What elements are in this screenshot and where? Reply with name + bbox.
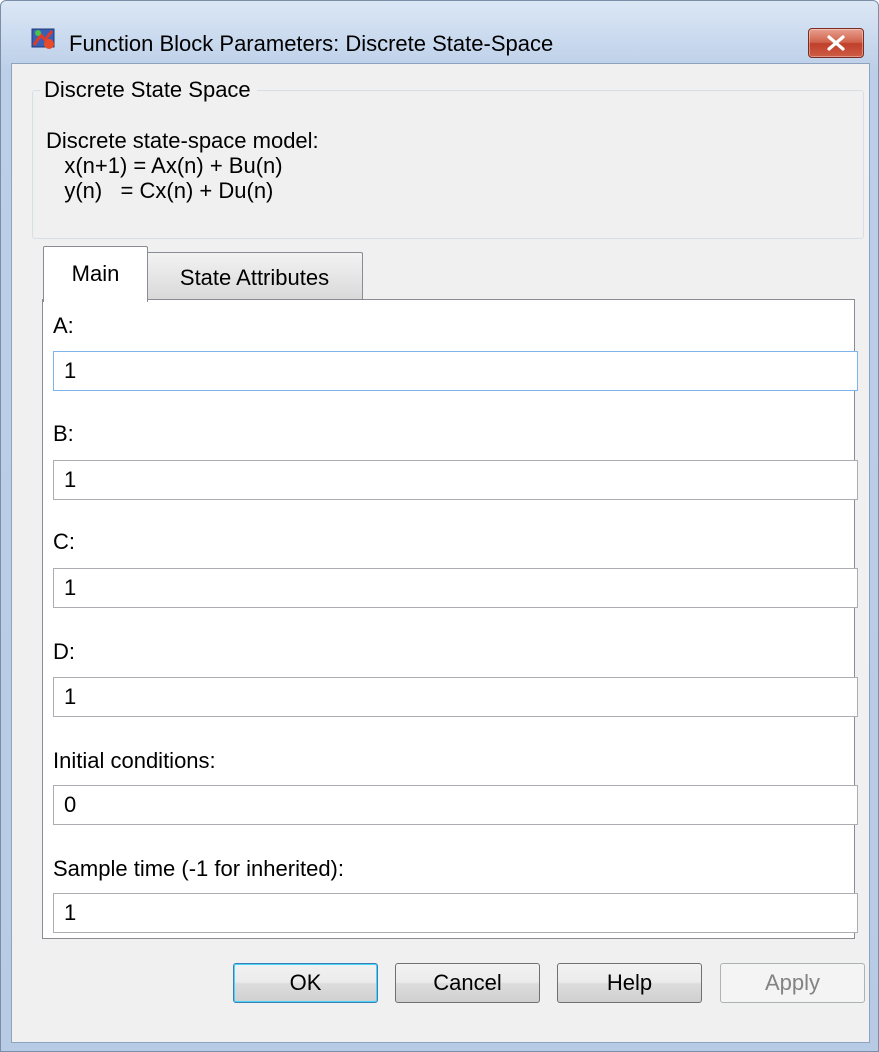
b-input[interactable]: 1 — [53, 460, 858, 500]
dialog-window: Function Block Parameters: Discrete Stat… — [0, 0, 879, 1052]
main-tab-panel: A: 1 B: 1 C: 1 D: 1 Initial conditions: … — [42, 299, 858, 939]
field-label-a: A: — [53, 313, 74, 338]
tab-state-attributes[interactable]: State Attributes — [146, 252, 363, 299]
description-line: y(n) = Cx(n) + Du(n) — [46, 178, 274, 203]
close-button[interactable] — [808, 28, 864, 58]
tab-label: State Attributes — [179, 265, 330, 290]
title-bar[interactable]: Function Block Parameters: Discrete Stat… — [1, 1, 878, 58]
description-line: Discrete state-space model: — [46, 128, 319, 153]
field-label-sample-time: Sample time (-1 for inherited): — [53, 856, 344, 881]
field-label-c: C: — [53, 529, 75, 554]
block-description: Discrete state-space model: x(n+1) = Ax(… — [46, 128, 319, 203]
field-label-d: D: — [53, 639, 75, 664]
a-input[interactable]: 1 — [53, 351, 858, 391]
close-icon — [827, 35, 845, 51]
apply-button[interactable]: Apply — [720, 963, 865, 1003]
field-label-initial-conditions: Initial conditions: — [53, 748, 216, 773]
description-line: x(n+1) = Ax(n) + Bu(n) — [46, 153, 283, 178]
tab-label: Main — [71, 261, 120, 286]
window-title: Function Block Parameters: Discrete Stat… — [69, 31, 554, 56]
ok-button[interactable]: OK — [233, 963, 378, 1003]
dialog-client-area: Discrete State Space Discrete state-spac… — [11, 63, 870, 1043]
d-input[interactable]: 1 — [53, 677, 858, 717]
simulink-block-icon — [31, 27, 57, 51]
group-title: Discrete State Space — [40, 76, 257, 104]
tab-main[interactable]: Main — [43, 246, 148, 302]
sample-time-input[interactable]: 1 — [53, 893, 858, 933]
c-input[interactable]: 1 — [53, 568, 858, 608]
initial-conditions-input[interactable]: 0 — [53, 785, 858, 825]
help-button[interactable]: Help — [557, 963, 702, 1003]
cancel-button[interactable]: Cancel — [395, 963, 540, 1003]
field-label-b: B: — [53, 421, 74, 446]
